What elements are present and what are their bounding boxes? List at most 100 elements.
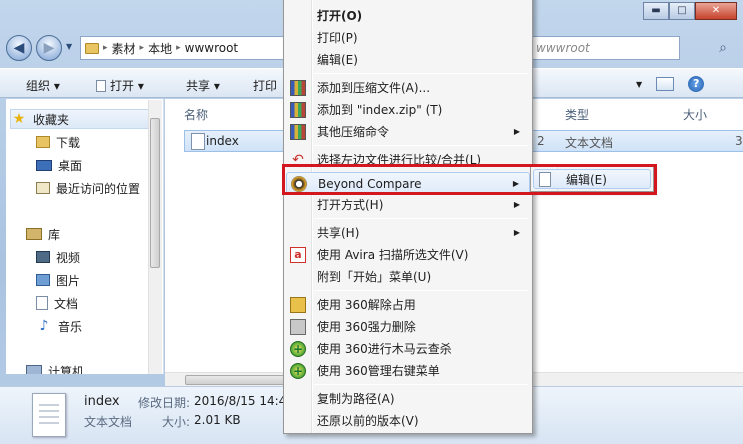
file-date: 2 xyxy=(537,134,545,148)
menu-item-label: 共享(H) xyxy=(317,226,360,240)
winrar-icon xyxy=(290,124,306,140)
details-file-name: index xyxy=(84,394,120,409)
menu-item-label: 使用 Avira 扫描所选文件(V) xyxy=(317,248,469,262)
sidebar-item-favorites[interactable]: ★ 收藏夹 xyxy=(10,109,155,129)
sidebar-item-label: 最近访问的位置 xyxy=(56,181,141,196)
menu-item-add-archive[interactable]: 添加到压缩文件(A)... xyxy=(286,77,530,99)
sidebar-item-libraries[interactable]: 库 xyxy=(26,224,60,244)
menu-item-label: 其他压缩命令 xyxy=(317,125,390,139)
sidebar-item-videos[interactable]: 视频 xyxy=(36,247,80,267)
menu-item-edit[interactable]: 编辑(E) xyxy=(286,49,530,71)
sidebar-item-label: 视频 xyxy=(56,250,81,265)
file-name: index xyxy=(206,134,239,148)
sidebar-scrollbar-thumb[interactable] xyxy=(150,118,160,268)
chevron-right-icon[interactable]: ▸ xyxy=(140,43,145,53)
sidebar-item-label: 库 xyxy=(48,227,61,242)
menu-item-share[interactable]: 共享(H) ▶ xyxy=(286,222,530,244)
recent-places-icon xyxy=(36,182,50,194)
back-button[interactable]: ◀ xyxy=(6,35,32,61)
winrar-icon xyxy=(290,102,306,118)
menu-item-360-manage-menu[interactable]: + 使用 360管理右键菜单 xyxy=(286,360,530,382)
share-button[interactable]: 共享 ▾ xyxy=(186,77,220,94)
view-controls: ▼ ? xyxy=(636,74,705,94)
preview-pane-icon[interactable] xyxy=(656,77,675,91)
sidebar-item-label: 计算机 xyxy=(48,364,85,375)
sidebar-item-desktop[interactable]: 桌面 xyxy=(36,155,82,175)
maximize-button[interactable]: □ xyxy=(669,2,695,20)
360-shield-icon: + xyxy=(290,363,306,379)
shredder-icon xyxy=(290,319,306,335)
open-button-label: 打开 ▾ xyxy=(110,79,144,93)
change-view-icon[interactable]: ▼ xyxy=(636,80,642,89)
menu-separator xyxy=(314,73,528,74)
search-box-text[interactable]: wwwroot xyxy=(536,41,590,55)
menu-item-360-force-delete[interactable]: 使用 360强力删除 xyxy=(286,316,530,338)
context-menu: 打开(O) 打印(P) 编辑(E) 添加到压缩文件(A)... 添加到 "ind… xyxy=(283,0,533,434)
caption-buttons: ▬ □ ✕ xyxy=(643,2,737,20)
sidebar-item-recent[interactable]: 最近访问的位置 xyxy=(36,178,140,198)
avira-umbrella-icon: a xyxy=(290,247,306,263)
details-size-value: 2.01 KB xyxy=(194,413,241,427)
menu-item-copy-path[interactable]: 复制为路径(A) xyxy=(286,388,530,410)
menu-item-pin-start[interactable]: 附到「开始」菜单(U) xyxy=(286,266,530,288)
details-type: 文本文档 xyxy=(84,415,133,429)
chevron-right-icon[interactable]: ▸ xyxy=(103,43,108,53)
help-icon[interactable]: ? xyxy=(688,76,705,92)
menu-separator xyxy=(314,218,528,219)
sidebar-item-computer[interactable]: 计算机 xyxy=(26,361,84,374)
column-header-name[interactable]: 名称 xyxy=(184,106,208,123)
menu-separator xyxy=(314,384,528,385)
breadcrumb-item[interactable]: wwwroot xyxy=(185,41,239,55)
breadcrumb-item[interactable]: 素材 xyxy=(112,40,136,57)
details-modified-label: 修改日期: xyxy=(138,396,191,410)
breadcrumb-item[interactable]: 本地 xyxy=(148,40,172,57)
menu-item-label: 使用 360强力删除 xyxy=(317,320,416,334)
search-icon[interactable]: ⌕ xyxy=(719,40,727,56)
print-button[interactable]: 打印 xyxy=(253,77,277,94)
menu-item-360-trojan-scan[interactable]: + 使用 360进行木马云查杀 xyxy=(286,338,530,360)
file-size: 3 xyxy=(735,134,743,148)
menu-item-print[interactable]: 打印(P) xyxy=(286,27,530,49)
sidebar-item-label: 图片 xyxy=(56,273,81,288)
sidebar-item-documents[interactable]: 文档 xyxy=(36,293,78,313)
forward-button[interactable]: ▶ xyxy=(36,35,62,61)
360-unlock-icon xyxy=(290,297,306,313)
submenu-arrow-icon: ▶ xyxy=(513,200,520,209)
video-icon xyxy=(36,251,50,263)
menu-item-add-zip[interactable]: 添加到 "index.zip" (T) xyxy=(286,99,530,121)
menu-item-restore-versions[interactable]: 还原以前的版本(V) xyxy=(286,410,530,432)
music-note-icon: ♪ xyxy=(39,318,49,334)
document-icon xyxy=(96,80,106,92)
downloads-folder-icon xyxy=(36,136,50,148)
close-button[interactable]: ✕ xyxy=(695,2,737,20)
menu-item-avira[interactable]: a 使用 Avira 扫描所选文件(V) xyxy=(286,244,530,266)
sidebar-item-pictures[interactable]: 图片 xyxy=(36,270,80,290)
sidebar-item-label: 音乐 xyxy=(58,319,83,334)
menu-item-label: 使用 360解除占用 xyxy=(317,298,416,312)
column-header-size[interactable]: 大小 xyxy=(683,106,707,123)
submenu-arrow-icon: ▶ xyxy=(513,127,520,136)
sidebar-item-music[interactable]: ♪ 音乐 xyxy=(36,316,82,336)
open-button[interactable]: 打开 ▾ xyxy=(96,77,144,94)
menu-item-open-with[interactable]: 打开方式(H) ▶ xyxy=(286,194,530,216)
menu-item-360-unlock[interactable]: 使用 360解除占用 xyxy=(286,294,530,316)
menu-item-label: 使用 360进行木马云查杀 xyxy=(317,342,452,356)
menu-item-open[interactable]: 打开(O) xyxy=(286,5,530,27)
horizontal-scrollbar-thumb[interactable] xyxy=(185,375,285,385)
minimize-button[interactable]: ▬ xyxy=(643,2,669,20)
file-type: 文本文档 xyxy=(565,136,614,150)
sidebar-item-downloads[interactable]: 下载 xyxy=(36,132,80,152)
menu-item-label: 使用 360管理右键菜单 xyxy=(317,364,440,378)
menu-separator xyxy=(314,290,528,291)
column-header-type[interactable]: 类型 xyxy=(565,106,589,123)
details-modified-value: 2016/8/15 14:4 xyxy=(194,394,287,408)
details-size-label: 大小: xyxy=(162,415,191,429)
menu-separator xyxy=(314,145,528,146)
computer-icon xyxy=(26,365,42,374)
chevron-right-icon[interactable]: ▸ xyxy=(176,43,181,53)
recent-pages-dropdown-icon[interactable]: ▼ xyxy=(66,42,72,51)
menu-item-other-compress[interactable]: 其他压缩命令 ▶ xyxy=(286,121,530,143)
sidebar-item-label: 下载 xyxy=(56,135,81,150)
folder-icon xyxy=(85,42,99,54)
organize-button[interactable]: 组织 ▾ xyxy=(26,77,60,94)
